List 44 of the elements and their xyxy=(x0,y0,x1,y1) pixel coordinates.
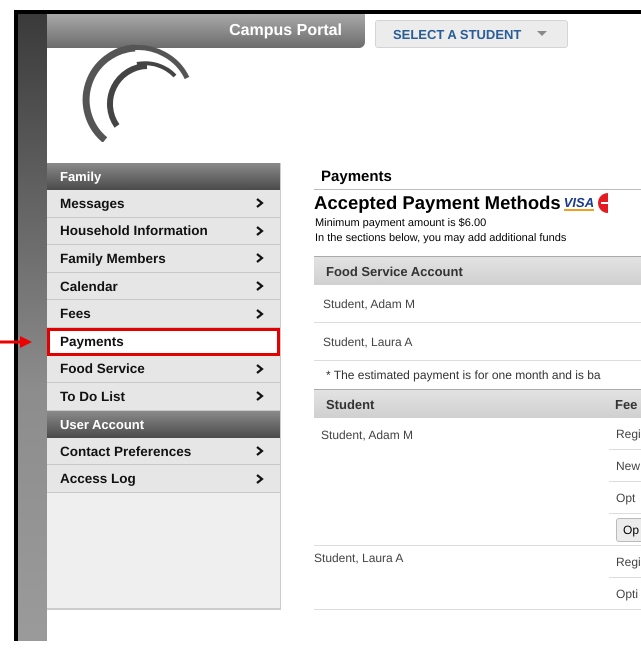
nav-item[interactable]: Contact Preferences xyxy=(47,438,280,466)
portal-title: Campus Portal xyxy=(229,22,342,40)
chevron-icon xyxy=(256,198,264,208)
nav-item[interactable]: Family Members xyxy=(47,245,280,273)
card-icon xyxy=(597,193,608,213)
table-cell-text: Opti xyxy=(615,586,640,602)
table-cell: Opt xyxy=(609,482,641,514)
table-cell: New xyxy=(609,450,641,482)
nav-item[interactable]: Fees xyxy=(47,300,280,328)
table-header: Food Service Account xyxy=(314,256,641,285)
chevron-icon xyxy=(256,226,264,236)
info-text: Minimum payment amount is $6.00 xyxy=(314,216,488,229)
nav-item[interactable]: Food Service xyxy=(47,356,280,384)
chevron-icon xyxy=(256,446,264,456)
nav-item[interactable]: Calendar xyxy=(47,272,280,300)
nav-item[interactable]: Household Information xyxy=(47,218,280,246)
chevron-icon xyxy=(256,253,264,264)
section-header: User Account xyxy=(47,410,280,438)
info-text: In the sections below, you may add additional funds xyxy=(314,231,568,244)
arrow-icon xyxy=(0,336,32,348)
table-cell: Regi xyxy=(609,418,641,450)
nav-item[interactable]: Messages xyxy=(47,190,280,218)
chevron-icon xyxy=(256,474,264,484)
column-header: Fee xyxy=(615,396,638,412)
table-cell: Student, Laura A xyxy=(314,323,641,361)
table-cell-text: Student, Adam M xyxy=(320,427,414,444)
student-selector[interactable]: SELECT A STUDENT xyxy=(375,20,568,48)
section-heading: Accepted Payment Methods xyxy=(314,192,561,214)
page-title: Payments xyxy=(314,168,641,190)
section-header: Family xyxy=(47,163,280,190)
column-header: Student xyxy=(326,396,376,412)
chevron-icon xyxy=(256,364,264,374)
table-cell: Student, Adam M xyxy=(314,285,641,323)
chevron-icon xyxy=(256,308,264,319)
chevron-icon xyxy=(256,391,264,402)
footnote-text: * The estimated payment is for one month and is ba xyxy=(325,367,602,384)
nav-item[interactable]: To Do List xyxy=(47,383,280,411)
nav-item[interactable]: Access Log xyxy=(47,465,280,493)
chevron-icon xyxy=(256,281,264,292)
caret-icon xyxy=(537,31,548,37)
option-button[interactable]: Op xyxy=(616,518,641,542)
table-cell: Regi xyxy=(609,546,641,578)
table-cell-text: Student, Laura A xyxy=(314,550,404,567)
card-logo: VISA xyxy=(564,196,594,210)
